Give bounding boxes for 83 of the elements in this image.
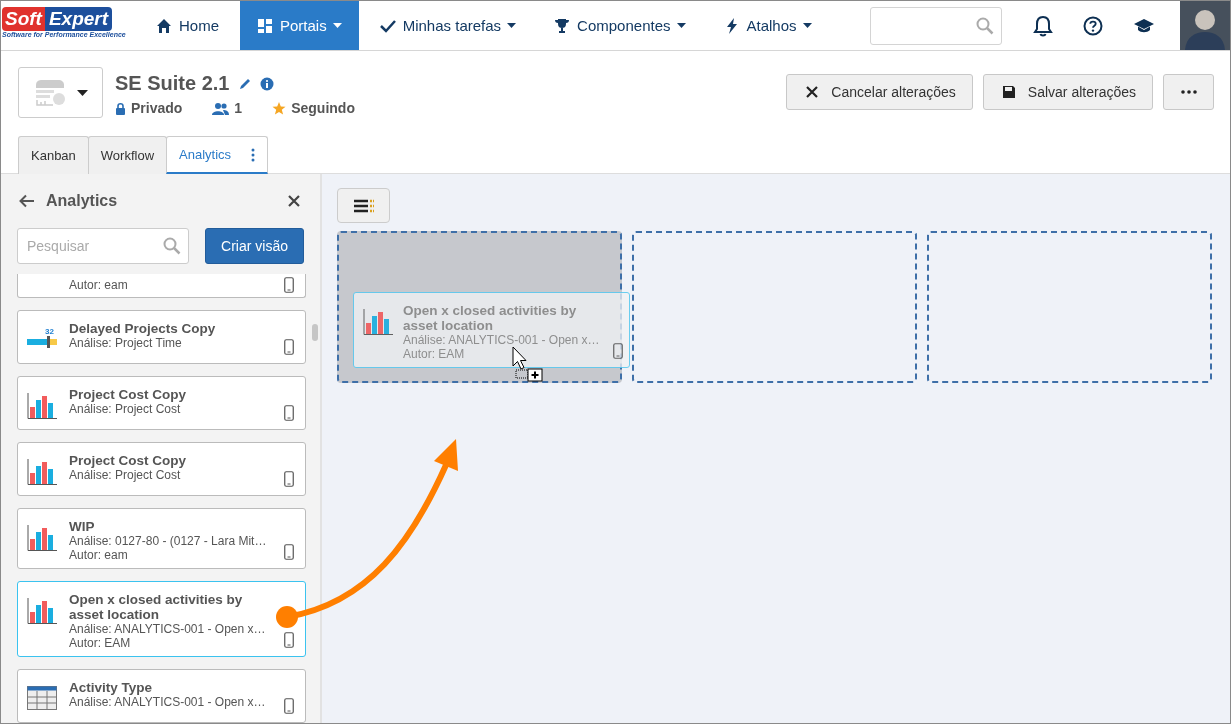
meta-text: Privado <box>131 100 183 116</box>
card-title: Activity Type <box>69 680 154 695</box>
trophy-icon <box>554 17 571 34</box>
card-title: Project Cost Copy <box>69 387 188 402</box>
kebab-menu-icon <box>251 147 256 162</box>
portal-title: SE Suite 2.1 <box>115 72 230 95</box>
tab[interactable]: Analytics <box>166 136 269 174</box>
layout-menu-button[interactable] <box>337 188 390 223</box>
meta-text: 1 <box>234 100 243 116</box>
analytics-card[interactable]: WIP Análise: 0127-80 - (0127 - Lara Mit… Autor: eam <box>17 508 306 569</box>
card-analysis: Análise: Project Time <box>69 336 183 350</box>
list-icon <box>353 198 374 213</box>
search-icon <box>163 237 181 255</box>
save-button[interactable]: Salvar alterações <box>982 74 1153 110</box>
lock-icon <box>115 101 126 115</box>
search-field[interactable]: Pesquisar <box>17 228 189 264</box>
users-icon <box>212 101 230 115</box>
drop-zone[interactable] <box>632 231 917 383</box>
analytics-card[interactable]: Activity Type Análise: ANALYTICS-001 - Open x… <box>17 669 306 723</box>
card-analysis: Análise: ANALYTICS-001 - Open x… <box>69 695 267 709</box>
portal-icon <box>33 78 67 107</box>
card-title: Delayed Projects Copy <box>69 321 217 336</box>
tab[interactable]: Workflow <box>87 136 168 174</box>
search-field[interactable] <box>870 7 1002 45</box>
card-author: Autor: eam <box>69 548 129 562</box>
bell-icon[interactable] <box>1033 14 1053 37</box>
nav-item[interactable]: Componentes <box>537 1 703 50</box>
card-author: Autor: EAM <box>403 347 466 361</box>
mobile-icon <box>284 632 294 648</box>
mobile-icon <box>284 698 294 714</box>
mobile-icon <box>284 339 294 355</box>
analytics-card[interactable]: Autor: eam <box>17 274 306 298</box>
bar-chart-icon <box>27 459 57 485</box>
panel-title: Analytics <box>46 192 118 210</box>
home-icon <box>156 17 172 34</box>
avatar[interactable] <box>1180 1 1230 50</box>
bar-chart-icon <box>27 598 57 624</box>
search-icon <box>976 17 994 35</box>
card-analysis: Análise: ANALYTICS-001 - Open x… <box>403 333 601 347</box>
card-title: Open x closed activities by asset location <box>403 303 578 333</box>
star-icon <box>272 101 287 115</box>
nav-item[interactable]: Portais <box>240 1 359 50</box>
meta-text: Seguindo <box>291 100 355 116</box>
card-author: Autor: EAM <box>69 636 132 650</box>
close-icon[interactable] <box>288 195 300 207</box>
grid-icon <box>257 17 273 34</box>
more-icon <box>1180 90 1197 94</box>
mobile-icon <box>284 277 294 293</box>
card-analysis: Análise: 0127-80 - (0127 - Lara Mit… <box>69 534 268 548</box>
info-icon[interactable] <box>259 76 274 91</box>
create-view-button[interactable]: Criar visão <box>205 228 304 264</box>
analytics-card[interactable]: Project Cost Copy Análise: Project Cost <box>17 442 306 496</box>
graduation-cap-icon[interactable] <box>1133 16 1155 35</box>
card-title: Open x closed activities by asset location <box>69 592 244 622</box>
pencil-icon[interactable] <box>237 76 252 91</box>
drop-zone[interactable] <box>927 231 1212 383</box>
nav-item[interactable]: Home <box>139 1 236 50</box>
nav-item[interactable]: Atalhos <box>706 1 829 50</box>
analytics-card[interactable]: Open x closed activities by asset location Análise: ANALYTICS-001 - Open x… Autor: EAM <box>17 581 306 657</box>
save-icon <box>1001 85 1016 99</box>
help-icon[interactable] <box>1083 15 1103 36</box>
cancel-button[interactable]: Cancelar alterações <box>786 74 973 110</box>
mobile-icon <box>284 471 294 487</box>
card-title: Project Cost Copy <box>69 453 188 468</box>
tab[interactable]: Kanban <box>18 136 89 174</box>
close-icon <box>805 85 820 99</box>
analytics-card[interactable]: Project Cost Copy Análise: Project Cost <box>17 376 306 430</box>
mobile-icon <box>284 405 294 421</box>
card-title: WIP <box>69 519 96 534</box>
mobile-icon <box>284 544 294 560</box>
card-author: Autor: eam <box>69 277 129 292</box>
logo: Soft Expert <box>2 7 113 31</box>
caret-icon <box>77 89 88 96</box>
card-analysis: Análise: Project Cost <box>69 468 182 482</box>
nav-item[interactable]: Minhas tarefas <box>362 1 534 50</box>
card-analysis: Análise: Project Cost <box>69 402 182 416</box>
analytics-card[interactable]: 32 Delayed Projects Copy Análise: Project Time <box>17 310 306 364</box>
scrollbar-thumb[interactable] <box>312 324 318 341</box>
bar-chart-icon <box>27 525 57 551</box>
back-arrow-icon[interactable] <box>19 194 35 208</box>
bar-chart-icon <box>27 393 57 419</box>
card-analysis: Análise: ANALYTICS-001 - Open x… <box>69 622 267 636</box>
table-icon <box>27 686 57 710</box>
